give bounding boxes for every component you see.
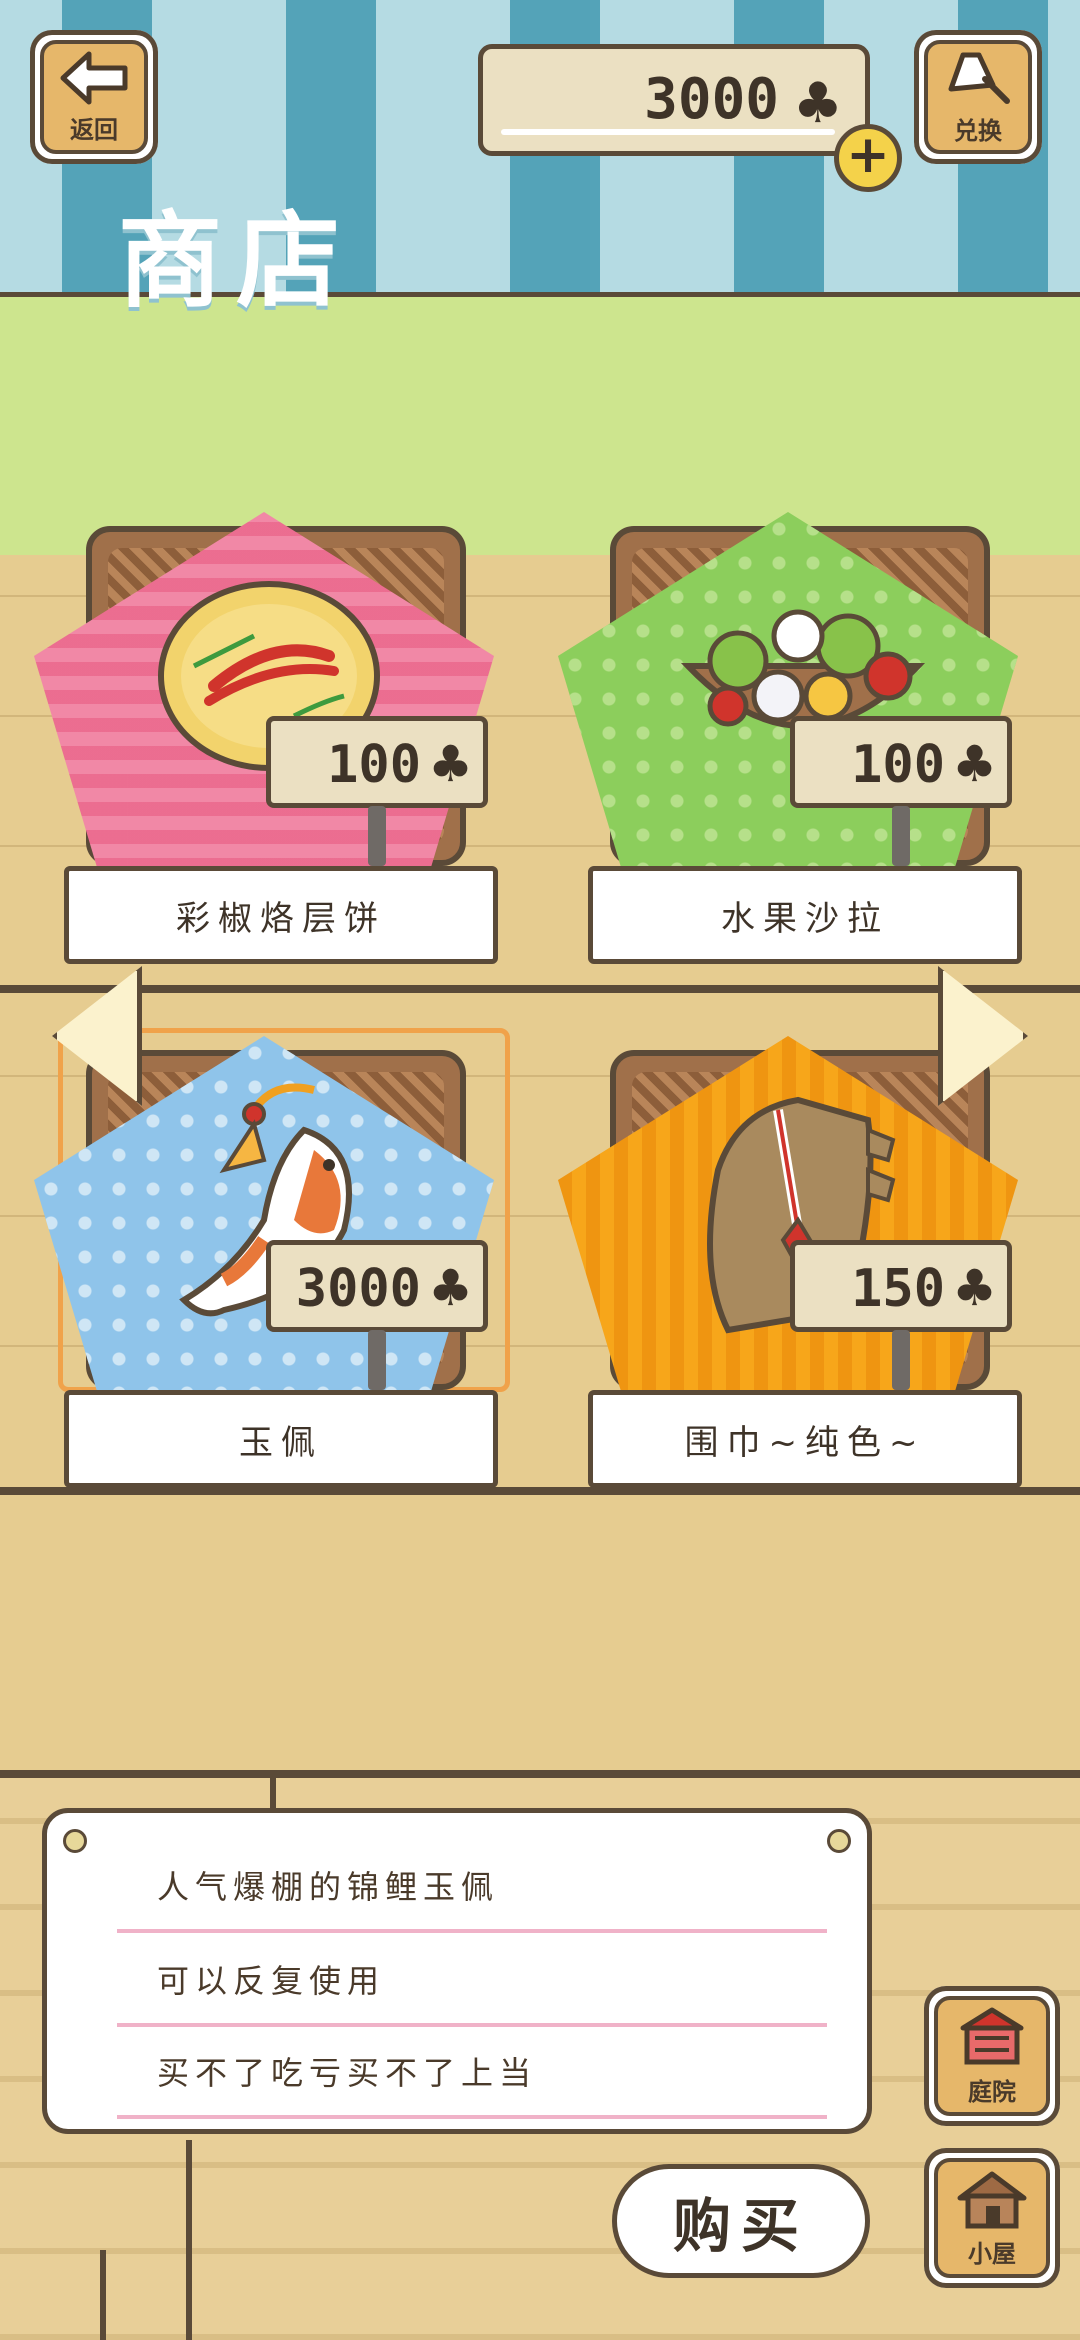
clover-icon: ♣ — [792, 71, 843, 136]
price-tag: 150 ♣ — [790, 1240, 1012, 1332]
item-name: 彩椒烙层饼 — [64, 866, 498, 964]
item-card[interactable]: 150 ♣ 围巾~纯色~ — [558, 1036, 1022, 1490]
item-name: 围巾~纯色~ — [588, 1390, 1022, 1488]
item-name: 玉佩 — [64, 1390, 498, 1488]
description-line: 买不了吃亏买不了上当 — [117, 2027, 827, 2119]
clover-icon: ♣ — [428, 1259, 473, 1317]
exchange-button[interactable]: 兑换 — [914, 30, 1042, 164]
description-line: 人气爆棚的锦鲤玉佩 — [117, 1841, 827, 1933]
clover-icon: ♣ — [428, 735, 473, 793]
price-tag: 100 ♣ — [266, 716, 488, 808]
item-price: 100 — [851, 735, 945, 795]
item-card[interactable]: 100 ♣ 彩椒烙层饼 — [34, 512, 498, 966]
description-line: 可以反复使用 — [117, 1935, 827, 2027]
house-button[interactable]: 小屋 — [924, 2148, 1060, 2288]
clover-icon: ♣ — [952, 1259, 997, 1317]
add-coins-button[interactable]: + — [834, 124, 902, 192]
green-wall — [0, 297, 1080, 555]
item-name: 水果沙拉 — [588, 866, 1022, 964]
item-description: 人气爆棚的锦鲤玉佩 可以反复使用 买不了吃亏买不了上当 — [42, 1808, 872, 2134]
item-card[interactable]: 100 ♣ 水果沙拉 — [558, 512, 1022, 966]
back-button[interactable]: 返回 — [30, 30, 158, 164]
plus-icon: + — [846, 125, 890, 185]
back-arrow-icon — [60, 51, 128, 104]
item-price: 150 — [851, 1259, 945, 1319]
yard-label: 庭院 — [968, 2077, 1016, 2106]
coin-amount: 3000 — [644, 67, 779, 132]
yard-icon — [960, 2007, 1024, 2064]
house-label: 小屋 — [968, 2239, 1016, 2268]
exchange-label: 兑换 — [954, 116, 1002, 145]
house-icon — [957, 2171, 1027, 2228]
price-tag: 100 ♣ — [790, 716, 1012, 808]
page-title: 商店 — [118, 200, 355, 322]
item-card-selected[interactable]: 3000 ♣ 玉佩 — [34, 1028, 510, 1490]
buy-button[interactable]: 购买 — [612, 2164, 870, 2278]
bell-icon — [948, 52, 1010, 104]
item-price: 3000 — [295, 1259, 421, 1319]
yard-button[interactable]: 庭院 — [924, 1986, 1060, 2126]
clover-icon: ♣ — [952, 735, 997, 793]
price-tag: 3000 ♣ — [266, 1240, 488, 1332]
item-price: 100 — [327, 735, 421, 795]
coin-balance: 3000 ♣ — [478, 44, 870, 156]
back-label: 返回 — [70, 115, 118, 144]
